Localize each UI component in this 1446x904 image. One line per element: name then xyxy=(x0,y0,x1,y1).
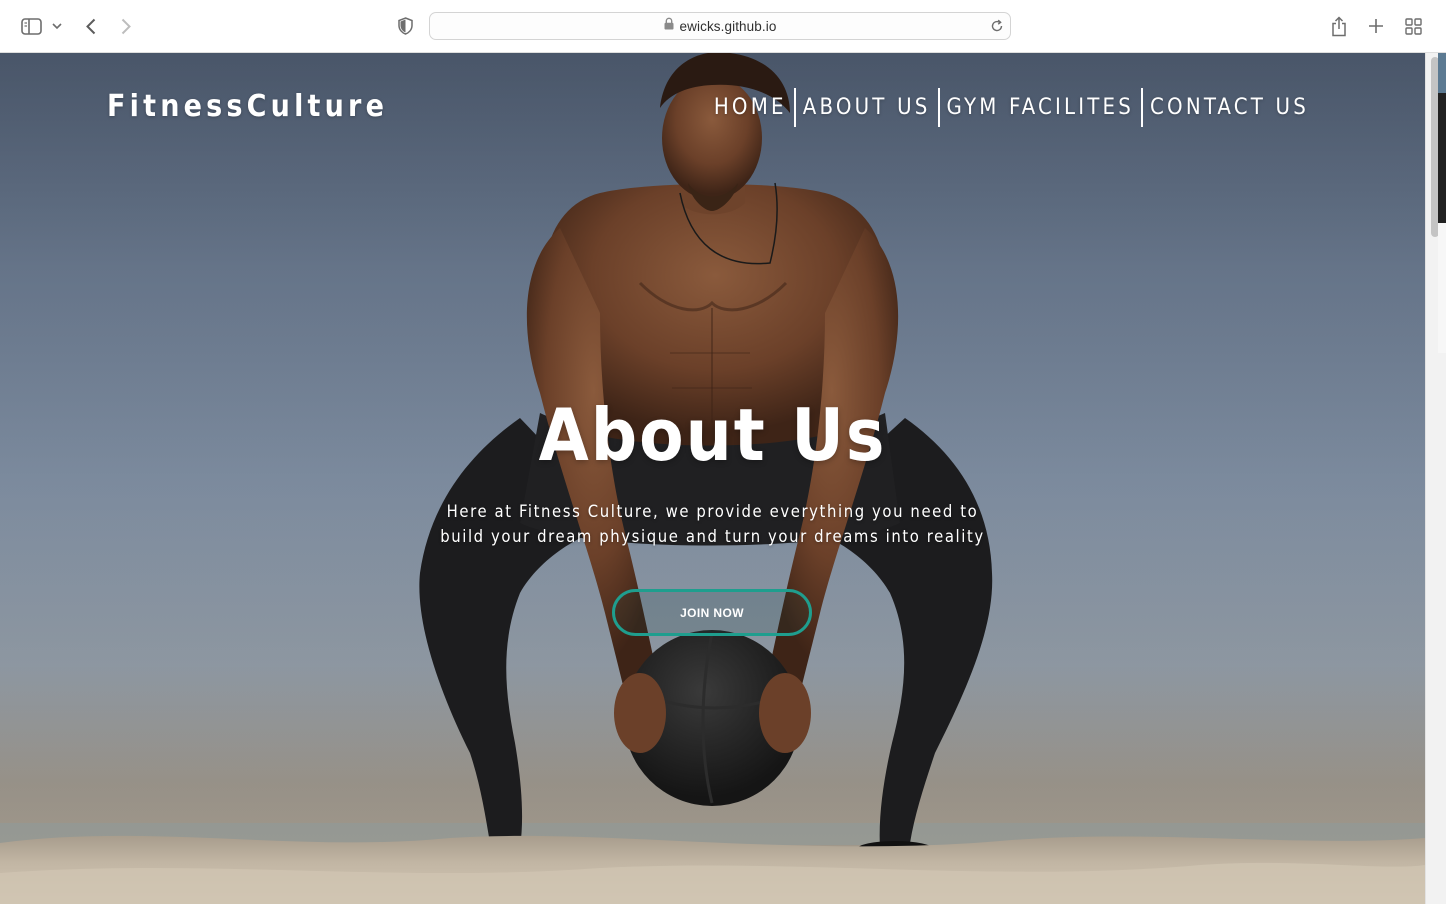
join-now-button[interactable]: JOIN NOW xyxy=(612,589,812,636)
hero-image xyxy=(0,53,1425,904)
nav-about[interactable]: ABOUT US xyxy=(796,88,938,127)
back-icon[interactable] xyxy=(82,15,100,37)
forward-icon[interactable] xyxy=(117,15,135,37)
shield-icon[interactable] xyxy=(396,16,414,36)
adjacent-window-edge xyxy=(1438,53,1446,353)
site-logo[interactable]: FitnessCulture xyxy=(107,89,388,124)
main-nav: HOME ABOUT US GYM FACILITES CONTACT US xyxy=(707,88,1316,127)
chevron-down-icon[interactable] xyxy=(51,19,63,33)
browser-toolbar: ewicks.github.io xyxy=(0,0,1446,53)
nav-contact[interactable]: CONTACT US xyxy=(1143,88,1316,127)
lock-icon xyxy=(664,17,674,35)
tab-overview-icon[interactable] xyxy=(1403,16,1423,36)
hero-title: About Us xyxy=(538,393,887,477)
url-text: ewicks.github.io xyxy=(679,18,777,34)
sidebar-icon[interactable] xyxy=(20,16,42,36)
nav-home[interactable]: HOME xyxy=(707,88,794,127)
share-icon[interactable] xyxy=(1329,14,1349,38)
new-tab-icon[interactable] xyxy=(1366,16,1386,36)
nav-gym-facilities[interactable]: GYM FACILITES xyxy=(940,88,1141,127)
address-bar[interactable]: ewicks.github.io xyxy=(429,12,1011,40)
reload-icon[interactable] xyxy=(990,19,1004,38)
hero-subtitle: Here at Fitness Culture, we provide ever… xyxy=(440,502,985,546)
page-viewport: FitnessCulture HOME ABOUT US GYM FACILIT… xyxy=(0,53,1425,904)
